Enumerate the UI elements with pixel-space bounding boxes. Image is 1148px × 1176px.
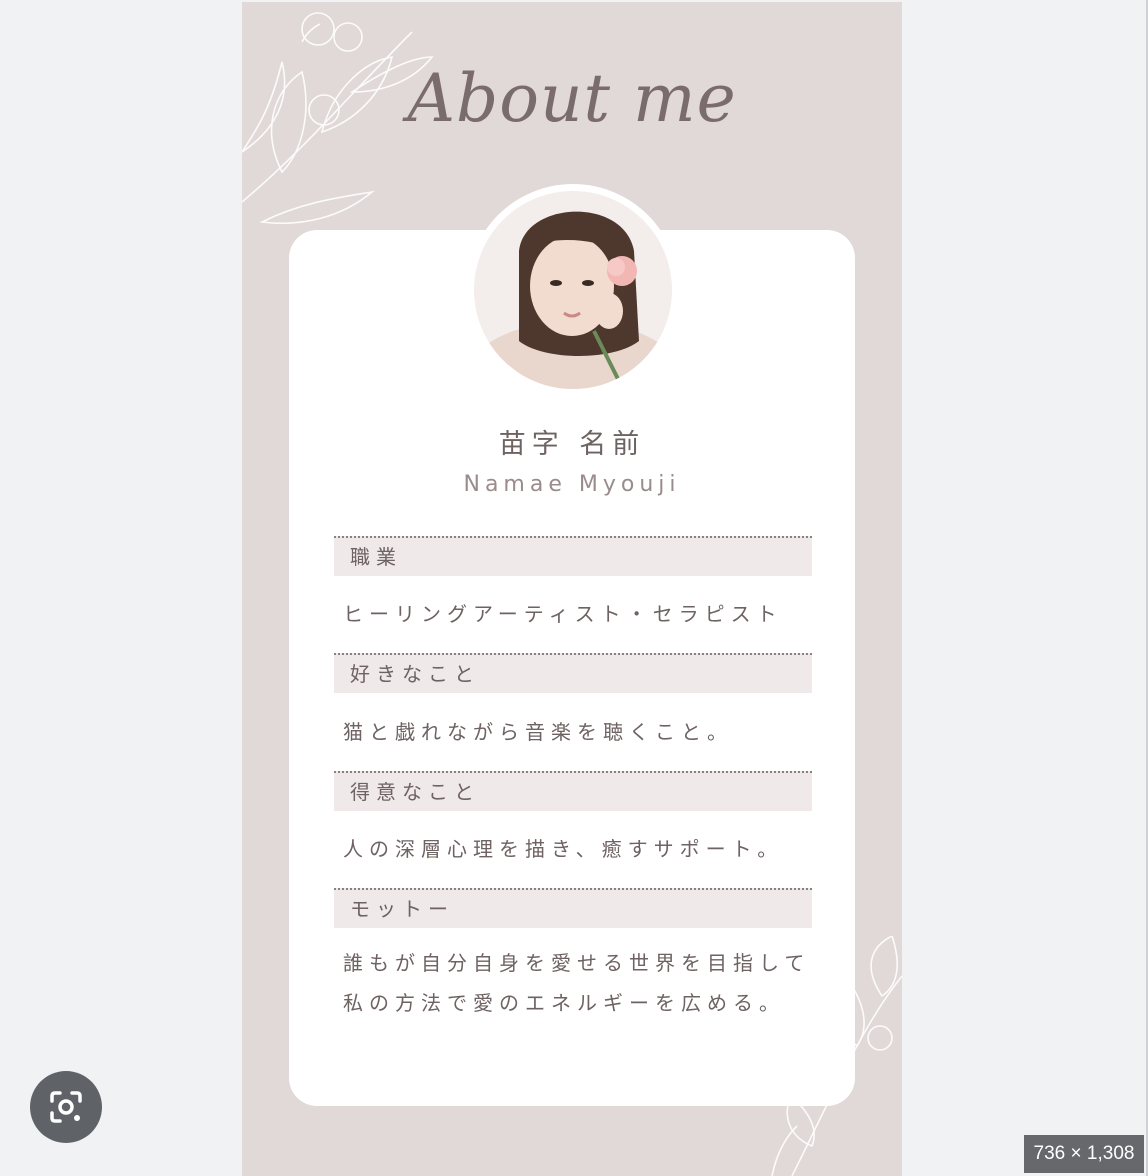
image-viewer: About me 苗字 名前 Namae Myouji 職業 ヒーリングアーティ… [0, 0, 1148, 1176]
name-romaji: Namae Myouji [463, 472, 681, 497]
poster-title: About me [407, 60, 737, 137]
image-dimensions-label: 736 × 1,308 [1024, 1135, 1144, 1173]
section-body-occupation: ヒーリングアーティスト・セラピスト [343, 594, 813, 634]
avatar [474, 191, 672, 389]
section-heading-motto: モットー [334, 888, 812, 928]
section-body-line: 人の深層心理を描き、癒すサポート。 [343, 837, 784, 861]
section-body-line: 誰もが自分自身を愛せる世界を目指して [343, 951, 811, 975]
section-body-skills: 人の深層心理を描き、癒すサポート。 [343, 829, 813, 869]
about-me-poster[interactable]: About me 苗字 名前 Namae Myouji 職業 ヒーリングアーティ… [242, 2, 902, 1176]
section-body-line: 猫と戯れながら音楽を聴くこと。 [343, 720, 733, 744]
section-heading-occupation: 職業 [334, 536, 812, 576]
visual-search-icon [50, 1091, 82, 1123]
section-heading-likes: 好きなこと [334, 653, 812, 693]
section-body-motto: 誰もが自分自身を愛せる世界を目指して 私の方法で愛のエネルギーを広める。 [343, 943, 813, 1023]
section-body-line: ヒーリングアーティスト・セラピスト [343, 602, 783, 626]
section-body-likes: 猫と戯れながら音楽を聴くこと。 [343, 712, 813, 752]
section-heading-skills: 得意なこと [334, 771, 812, 811]
portrait-photo [474, 191, 672, 389]
name-japanese: 苗字 名前 [498, 429, 646, 460]
leaf-decoration-bottom-icon [771, 936, 902, 1176]
visual-search-button[interactable] [30, 1071, 102, 1143]
section-body-line: 私の方法で愛のエネルギーを広める。 [343, 991, 785, 1015]
